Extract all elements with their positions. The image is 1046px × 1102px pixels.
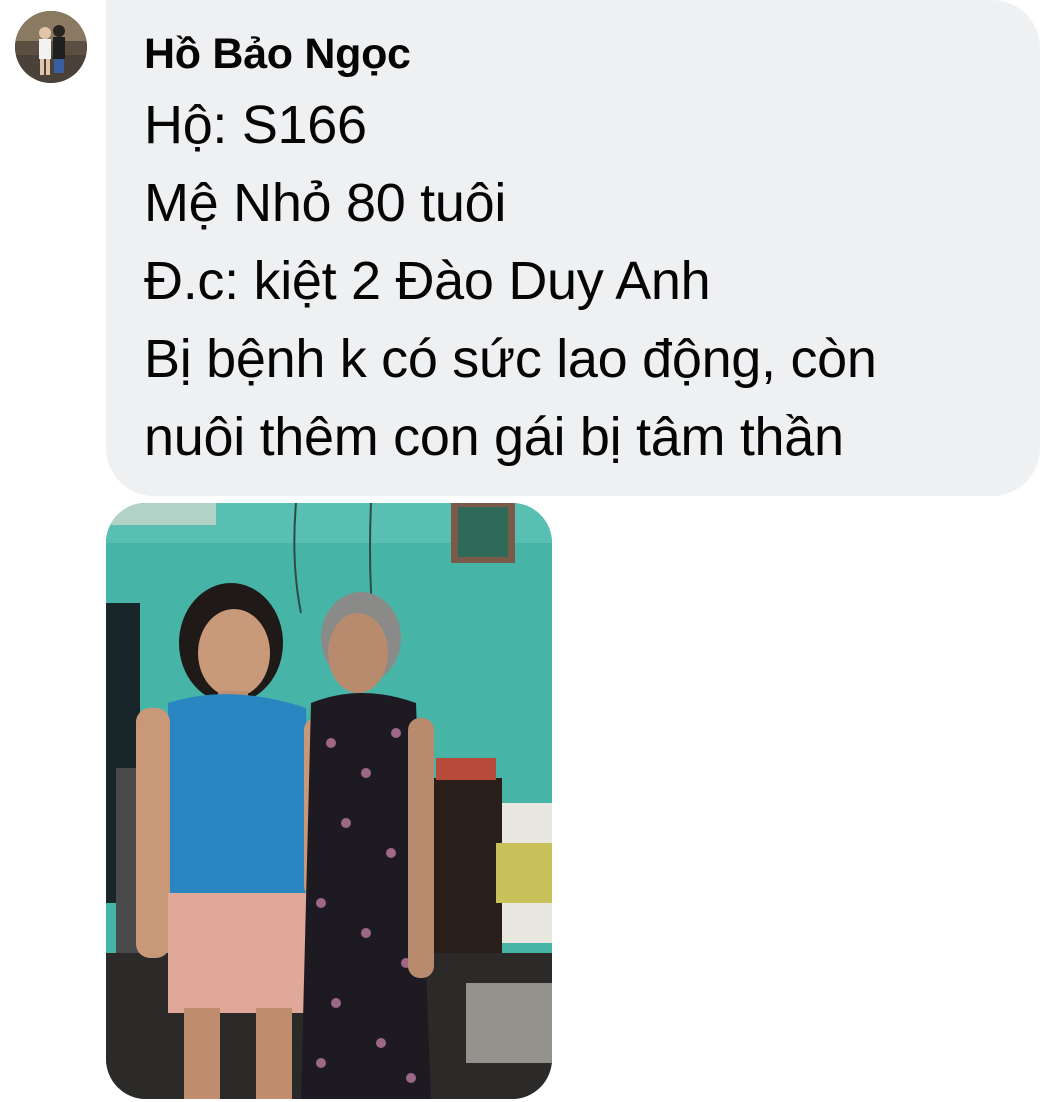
message-photo-attachment[interactable] — [106, 503, 552, 1099]
message-bubble[interactable]: Hồ Bảo Ngọc Hộ: S166 Mệ Nhỏ 80 tuôi Đ.c:… — [106, 0, 1040, 496]
message-line-name-age: Mệ Nhỏ 80 tuôi — [144, 173, 507, 233]
avatar-photo — [15, 11, 87, 83]
message-line-household: Hộ: S166 — [144, 95, 367, 155]
sender-name: Hồ Bảo Ngọc — [144, 30, 411, 78]
sender-avatar[interactable] — [15, 11, 87, 83]
message-line-address: Đ.c: kiệt 2 Đào Duy Anh — [144, 251, 711, 311]
message-line-condition: Bị bệnh k có sức lao động, còn — [144, 329, 877, 389]
attached-photo — [106, 503, 552, 1099]
message-line-condition-cont: nuôi thêm con gái bị tâm thần — [144, 407, 844, 467]
